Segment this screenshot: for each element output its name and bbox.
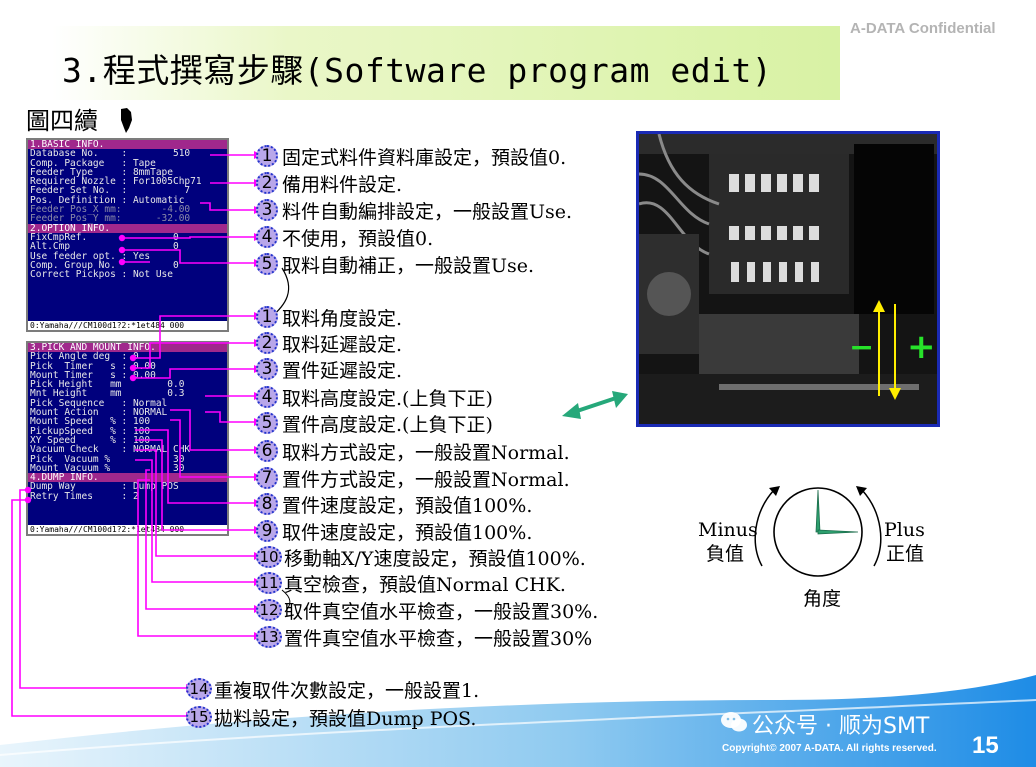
number-badge: 3 [256,358,278,380]
page-number: 15 [972,732,999,759]
number-badge: 4 [256,226,278,248]
number-badge: 3 [256,199,278,221]
number-badge: 12 [256,599,282,621]
number-badge: 2 [256,172,278,194]
angle-label: 角度 [803,588,842,610]
number-badge: 14 [186,678,212,700]
number-badge: 5 [256,253,278,275]
number-badge: 10 [256,546,282,568]
number-badge: 1 [256,306,278,328]
number-badge: 6 [256,440,278,462]
copyright-text: Copyright© 2007 A-DATA. All rights reser… [722,743,937,754]
number-badge: 9 [256,520,278,542]
angle-dial [754,486,882,577]
item-text: 取件速度設定，預設值100%. [282,522,533,544]
item-text: 重複取件次數設定，一般設置1. [214,680,480,702]
item-text: 移動軸X/Y速度設定，預設值100%. [284,548,586,570]
item-text: 取料方式設定，一般設置Normal. [282,442,570,464]
number-badge: 5 [256,412,278,434]
number-badge: 7 [256,467,278,489]
watermark-text: 公众号 · 顺为SMT [752,714,930,739]
item-text: 取料角度設定. [282,308,403,330]
minus-zh-label: 負值 [706,543,745,565]
number-badge: 15 [186,706,212,728]
item-text: 料件自動編排設定，一般設置Use. [282,201,573,223]
item-text: 取料自動補正，一般設置Use. [282,255,535,277]
number-badge: 11 [256,572,282,594]
item-text: 置件真空值水平檢查，一般設置30% [284,628,593,650]
plus-sign: + [907,327,936,367]
number-badge: 8 [256,493,278,515]
item-text: 備用料件設定. [282,174,403,196]
plus-label: Plus [884,519,925,541]
item-text: 置件高度設定.(上負下正) [282,414,493,436]
item-text: 置件延遲設定. [282,360,403,382]
item-text: 真空檢查，預設值Normal CHK. [284,574,566,596]
item-text: 置件速度設定，預設值100%. [282,495,533,517]
number-badge: 13 [256,626,282,648]
number-badge: 1 [256,145,278,167]
plus-zh-label: 正值 [886,543,925,565]
minus-sign: − [849,330,875,365]
number-badge: 2 [256,332,278,354]
number-badge: 4 [256,386,278,408]
item-text: 置件方式設定，一般設置Normal. [282,469,570,491]
machine-head-photo: − + [636,131,940,427]
double-arrow-icon [562,391,628,419]
wechat-icon [721,712,747,732]
minus-label: Minus [698,519,758,541]
item-text: 取料高度設定.(上負下正) [282,388,493,410]
item-text: 不使用，預設值0. [282,228,434,250]
item-text: 取料延遲設定. [282,334,403,356]
item-text: 拋料設定，預設值Dump POS. [214,708,477,730]
item-text: 取件真空值水平檢查，一般設置30%. [284,601,599,623]
item-text: 固定式料件資料庫設定，預設值0. [282,147,567,169]
